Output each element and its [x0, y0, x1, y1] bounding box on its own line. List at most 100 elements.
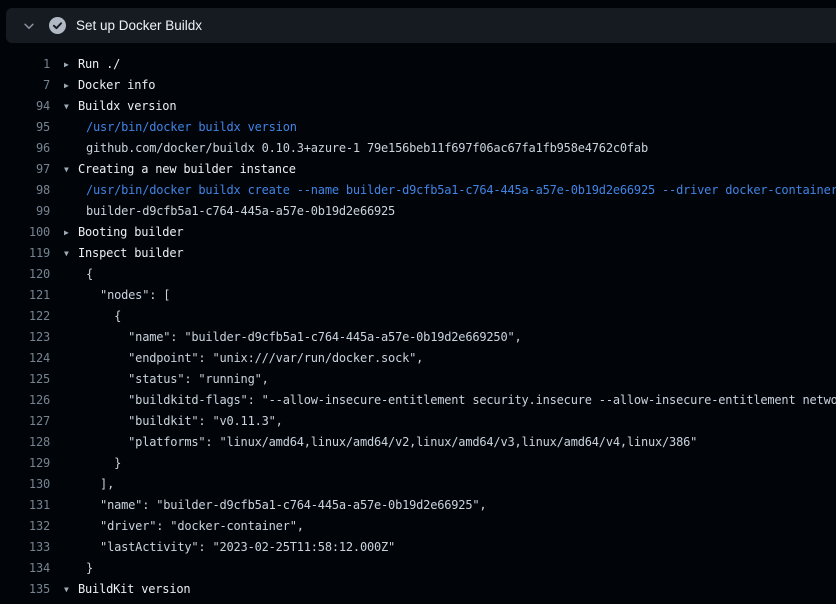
log-line-row: 96 github.com/docker/buildx 0.10.3+azure-…	[0, 138, 836, 159]
line-number[interactable]: 121	[0, 285, 50, 306]
marker-spacer	[50, 516, 78, 537]
line-number[interactable]: 1	[0, 54, 50, 75]
output-text: "driver": "docker-container",	[78, 516, 836, 537]
output-text: {	[78, 306, 836, 327]
log-line-row: 98/usr/bin/docker buildx create --name b…	[0, 180, 836, 201]
line-number[interactable]: 136	[0, 600, 50, 604]
group-collapsed-triangle-icon[interactable]: ▶	[50, 54, 78, 75]
log-line-row: 99 builder-d9cfb5a1-c764-445a-a57e-0b19d2…	[0, 201, 836, 222]
line-number[interactable]: 119	[0, 243, 50, 264]
step-header[interactable]: Set up Docker Buildx	[6, 8, 836, 43]
marker-spacer	[50, 432, 78, 453]
log-line-row: 136builder-d9cfb5a1-c764-445a-a57e-0b19d…	[0, 600, 836, 604]
line-number[interactable]: 98	[0, 180, 50, 201]
group-expanded-triangle-icon[interactable]: ▼	[50, 579, 78, 600]
output-text: github.com/docker/buildx 0.10.3+azure-1 …	[78, 138, 836, 159]
line-number[interactable]: 130	[0, 474, 50, 495]
line-number[interactable]: 129	[0, 453, 50, 474]
group-expanded-triangle-icon[interactable]: ▼	[50, 243, 78, 264]
log-line-row: 128 "platforms": "linux/amd64,linux/amd6…	[0, 432, 836, 453]
line-number[interactable]: 123	[0, 327, 50, 348]
log-line-row: 127 "buildkit": "v0.11.3",	[0, 411, 836, 432]
line-number[interactable]: 99	[0, 201, 50, 222]
output-text: }	[78, 453, 836, 474]
marker-spacer	[50, 348, 78, 369]
group-title[interactable]: BuildKit version	[78, 579, 836, 600]
output-text: ],	[78, 474, 836, 495]
line-number[interactable]: 7	[0, 75, 50, 96]
output-text: "status": "running",	[78, 369, 836, 390]
chevron-down-icon[interactable]	[14, 19, 44, 33]
log-line-row: 130 ],	[0, 474, 836, 495]
output-text: "name": "builder-d9cfb5a1-c764-445a-a57e…	[78, 327, 836, 348]
log-line-row: 120 {	[0, 264, 836, 285]
log-group-row: 7▶Docker info	[0, 75, 836, 96]
line-number[interactable]: 122	[0, 306, 50, 327]
group-expanded-triangle-icon[interactable]: ▼	[50, 159, 78, 180]
group-title[interactable]: Docker info	[78, 75, 836, 96]
marker-spacer	[50, 411, 78, 432]
marker-spacer	[50, 453, 78, 474]
line-number[interactable]: 133	[0, 537, 50, 558]
line-number[interactable]: 97	[0, 159, 50, 180]
log-line-row: 131 "name": "builder-d9cfb5a1-c764-445a-…	[0, 495, 836, 516]
group-expanded-triangle-icon[interactable]: ▼	[50, 96, 78, 117]
marker-spacer	[50, 306, 78, 327]
log-group-row: 97▼Creating a new builder instance	[0, 159, 836, 180]
marker-spacer	[50, 537, 78, 558]
line-number[interactable]: 134	[0, 558, 50, 579]
output-text: "lastActivity": "2023-02-25T11:58:12.000…	[78, 537, 836, 558]
log-group-row: 100▶Booting builder	[0, 222, 836, 243]
marker-spacer	[50, 369, 78, 390]
group-title[interactable]: Booting builder	[78, 222, 836, 243]
group-title[interactable]: Buildx version	[78, 96, 836, 117]
line-number[interactable]: 135	[0, 579, 50, 600]
line-number[interactable]: 100	[0, 222, 50, 243]
command-text: /usr/bin/docker buildx create --name bui…	[78, 180, 836, 201]
log-line-row: 129 }	[0, 453, 836, 474]
output-text: "buildkitd-flags": "--allow-insecure-ent…	[78, 390, 836, 411]
output-text: "endpoint": "unix:///var/run/docker.sock…	[78, 348, 836, 369]
output-text: "name": "builder-d9cfb5a1-c764-445a-a57e…	[78, 495, 836, 516]
marker-spacer	[50, 201, 78, 222]
line-number[interactable]: 125	[0, 369, 50, 390]
line-number[interactable]: 126	[0, 390, 50, 411]
log-viewer: 1▶Run ./7▶Docker info94▼Buildx version95…	[0, 43, 836, 604]
log-line-row: 121 "nodes": [	[0, 285, 836, 306]
output-text: {	[78, 264, 836, 285]
line-number[interactable]: 127	[0, 411, 50, 432]
group-collapsed-triangle-icon[interactable]: ▶	[50, 75, 78, 96]
log-line-row: 95/usr/bin/docker buildx version	[0, 117, 836, 138]
step-title: Set up Docker Buildx	[76, 18, 202, 33]
log-group-row: 135▼BuildKit version	[0, 579, 836, 600]
log-line-row: 125 "status": "running",	[0, 369, 836, 390]
output-text: "nodes": [	[78, 285, 836, 306]
line-number[interactable]: 131	[0, 495, 50, 516]
line-number[interactable]: 95	[0, 117, 50, 138]
output-text: "buildkit": "v0.11.3",	[78, 411, 836, 432]
group-title[interactable]: Run ./	[78, 54, 836, 75]
group-title[interactable]: Inspect builder	[78, 243, 836, 264]
line-number[interactable]: 96	[0, 138, 50, 159]
line-number[interactable]: 94	[0, 96, 50, 117]
group-collapsed-triangle-icon[interactable]: ▶	[50, 222, 78, 243]
output-text: }	[78, 558, 836, 579]
line-number[interactable]: 128	[0, 432, 50, 453]
marker-spacer	[50, 390, 78, 411]
command-text: /usr/bin/docker buildx version	[78, 117, 836, 138]
line-number[interactable]: 120	[0, 264, 50, 285]
line-number[interactable]: 124	[0, 348, 50, 369]
group-title[interactable]: Creating a new builder instance	[78, 159, 836, 180]
check-circle-icon	[44, 17, 70, 34]
marker-spacer	[50, 117, 78, 138]
output-text: builder-d9cfb5a1-c764-445a-a57e-0b19d2e6…	[78, 201, 836, 222]
marker-spacer	[50, 138, 78, 159]
log-line-row: 133 "lastActivity": "2023-02-25T11:58:12…	[0, 537, 836, 558]
log-group-row: 1▶Run ./	[0, 54, 836, 75]
marker-spacer	[50, 474, 78, 495]
log-group-row: 94▼Buildx version	[0, 96, 836, 117]
log-line-row: 124 "endpoint": "unix:///var/run/docker.…	[0, 348, 836, 369]
log-line-row: 132 "driver": "docker-container",	[0, 516, 836, 537]
line-number[interactable]: 132	[0, 516, 50, 537]
marker-spacer	[50, 180, 78, 201]
